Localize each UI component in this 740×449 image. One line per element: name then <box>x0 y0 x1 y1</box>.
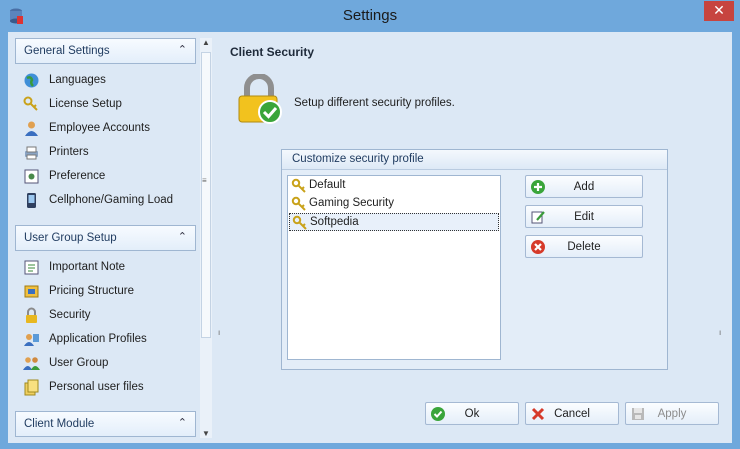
scroll-up-arrow[interactable]: ▲ <box>202 38 210 47</box>
lock-icon <box>26 307 37 323</box>
splitter-mark: ı <box>719 328 722 337</box>
sidebar-item-important-note[interactable]: Important Note <box>23 258 198 278</box>
title-bar: Settings ✕ <box>0 0 740 32</box>
cancel-button[interactable]: Cancel <box>525 402 619 425</box>
window-title: Settings <box>342 7 398 24</box>
edit-button[interactable]: Edit <box>525 205 643 228</box>
profile-name: Gaming Security <box>309 197 395 209</box>
security-profile-group: Customize security profile Default Gamin… <box>281 149 668 370</box>
printer-icon <box>25 146 38 160</box>
sidebar-item-preference[interactable]: Preference <box>23 167 198 187</box>
main-panel: Client Security Setup different security… <box>218 32 732 443</box>
description: Setup different security profiles. <box>294 97 455 109</box>
files-icon <box>24 379 39 396</box>
sidebar-item-label: Employee Accounts <box>49 122 151 134</box>
delete-label: Delete <box>567 241 601 253</box>
user-group-icon <box>23 357 40 370</box>
delete-button[interactable]: Delete <box>525 235 643 258</box>
list-item-selected[interactable]: Softpedia <box>289 213 499 231</box>
key-icon <box>292 215 307 230</box>
sidebar-item-cellphone-gaming-load[interactable]: Cellphone/Gaming Load <box>23 191 198 211</box>
keys-icon <box>23 96 38 111</box>
sidebar-item-label: User Group <box>49 357 109 369</box>
chevron-up-icon[interactable]: ⌃ <box>178 43 187 56</box>
sidebar-item-label: Cellphone/Gaming Load <box>49 194 174 206</box>
globe-icon <box>24 73 39 88</box>
sidebar-item-label: Important Note <box>49 261 126 273</box>
section-client-module[interactable]: Client Module ⌃ <box>15 411 196 437</box>
sidebar-item-label: License Setup <box>49 98 122 110</box>
sidebar-scrollbar[interactable]: ▲ ≡ ▼ <box>200 38 212 438</box>
section-general-settings[interactable]: General Settings ⌃ <box>15 38 196 64</box>
sidebar-item-employee-accounts[interactable]: Employee Accounts <box>23 119 198 139</box>
phone-icon <box>27 193 36 208</box>
scroll-down-arrow[interactable]: ▼ <box>202 429 210 438</box>
group-header: Customize security profile <box>282 150 667 170</box>
list-item[interactable]: Default <box>289 177 499 195</box>
section-label: General Settings <box>24 45 110 57</box>
add-button[interactable]: Add <box>525 175 643 198</box>
add-label: Add <box>573 181 595 193</box>
chevron-up-icon[interactable]: ⌃ <box>178 230 187 243</box>
apply-label: Apply <box>657 408 687 420</box>
group-title: Customize security profile <box>292 153 424 165</box>
sidebar-item-label: Printers <box>49 146 89 158</box>
section-label: Client Module <box>24 418 95 430</box>
ok-button[interactable]: Ok <box>425 402 519 425</box>
pricing-icon <box>24 285 39 298</box>
sidebar-item-license-setup[interactable]: License Setup <box>23 95 198 115</box>
section-user-group-setup[interactable]: User Group Setup ⌃ <box>15 225 196 251</box>
chevron-up-icon[interactable]: ⌃ <box>178 416 187 429</box>
sidebar-item-label: Preference <box>49 170 106 182</box>
sidebar-item-pricing-structure[interactable]: Pricing Structure <box>23 282 198 302</box>
ok-label: Ok <box>464 408 480 420</box>
settings-window: Settings ✕ General Settings ⌃ Languages … <box>0 0 740 449</box>
sidebar-item-label: Personal user files <box>49 381 144 393</box>
padlock-check-icon <box>238 74 282 124</box>
sidebar-item-label: Security <box>49 309 91 321</box>
sidebar-item-application-profiles[interactable]: Application Profiles <box>23 330 198 350</box>
client-area: General Settings ⌃ Languages License Set… <box>8 32 732 443</box>
key-icon <box>291 196 306 211</box>
sidebar: General Settings ⌃ Languages License Set… <box>8 32 213 443</box>
cancel-label: Cancel <box>554 408 590 420</box>
section-label: User Group Setup <box>24 232 117 244</box>
page-title: Client Security <box>230 45 315 59</box>
preference-icon <box>24 169 39 184</box>
sidebar-item-personal-user-files[interactable]: Personal user files <box>23 378 198 398</box>
sidebar-item-label: Application Profiles <box>49 333 147 345</box>
sidebar-item-printers[interactable]: Printers <box>23 143 198 163</box>
edit-label: Edit <box>574 211 594 223</box>
profile-name: Softpedia <box>310 216 359 228</box>
scroll-thumb[interactable] <box>201 52 211 338</box>
profile-list[interactable]: Default Gaming Security Softpedia <box>287 175 501 360</box>
sidebar-item-label: Languages <box>49 74 106 86</box>
close-button[interactable]: ✕ <box>704 1 734 21</box>
profile-name: Default <box>309 179 346 191</box>
app-profiles-icon <box>24 334 39 346</box>
user-icon <box>25 121 38 136</box>
splitter-mark: ı <box>218 328 221 337</box>
key-icon <box>291 178 306 193</box>
note-icon <box>24 260 39 275</box>
scroll-grip-icon: ≡ <box>202 176 207 185</box>
sidebar-item-languages[interactable]: Languages <box>23 71 198 91</box>
sidebar-item-label: Pricing Structure <box>49 285 135 297</box>
list-item[interactable]: Gaming Security <box>289 195 499 213</box>
apply-button[interactable]: Apply <box>625 402 719 425</box>
sidebar-item-security[interactable]: Security <box>23 306 198 326</box>
sidebar-item-user-group[interactable]: User Group <box>23 354 198 374</box>
